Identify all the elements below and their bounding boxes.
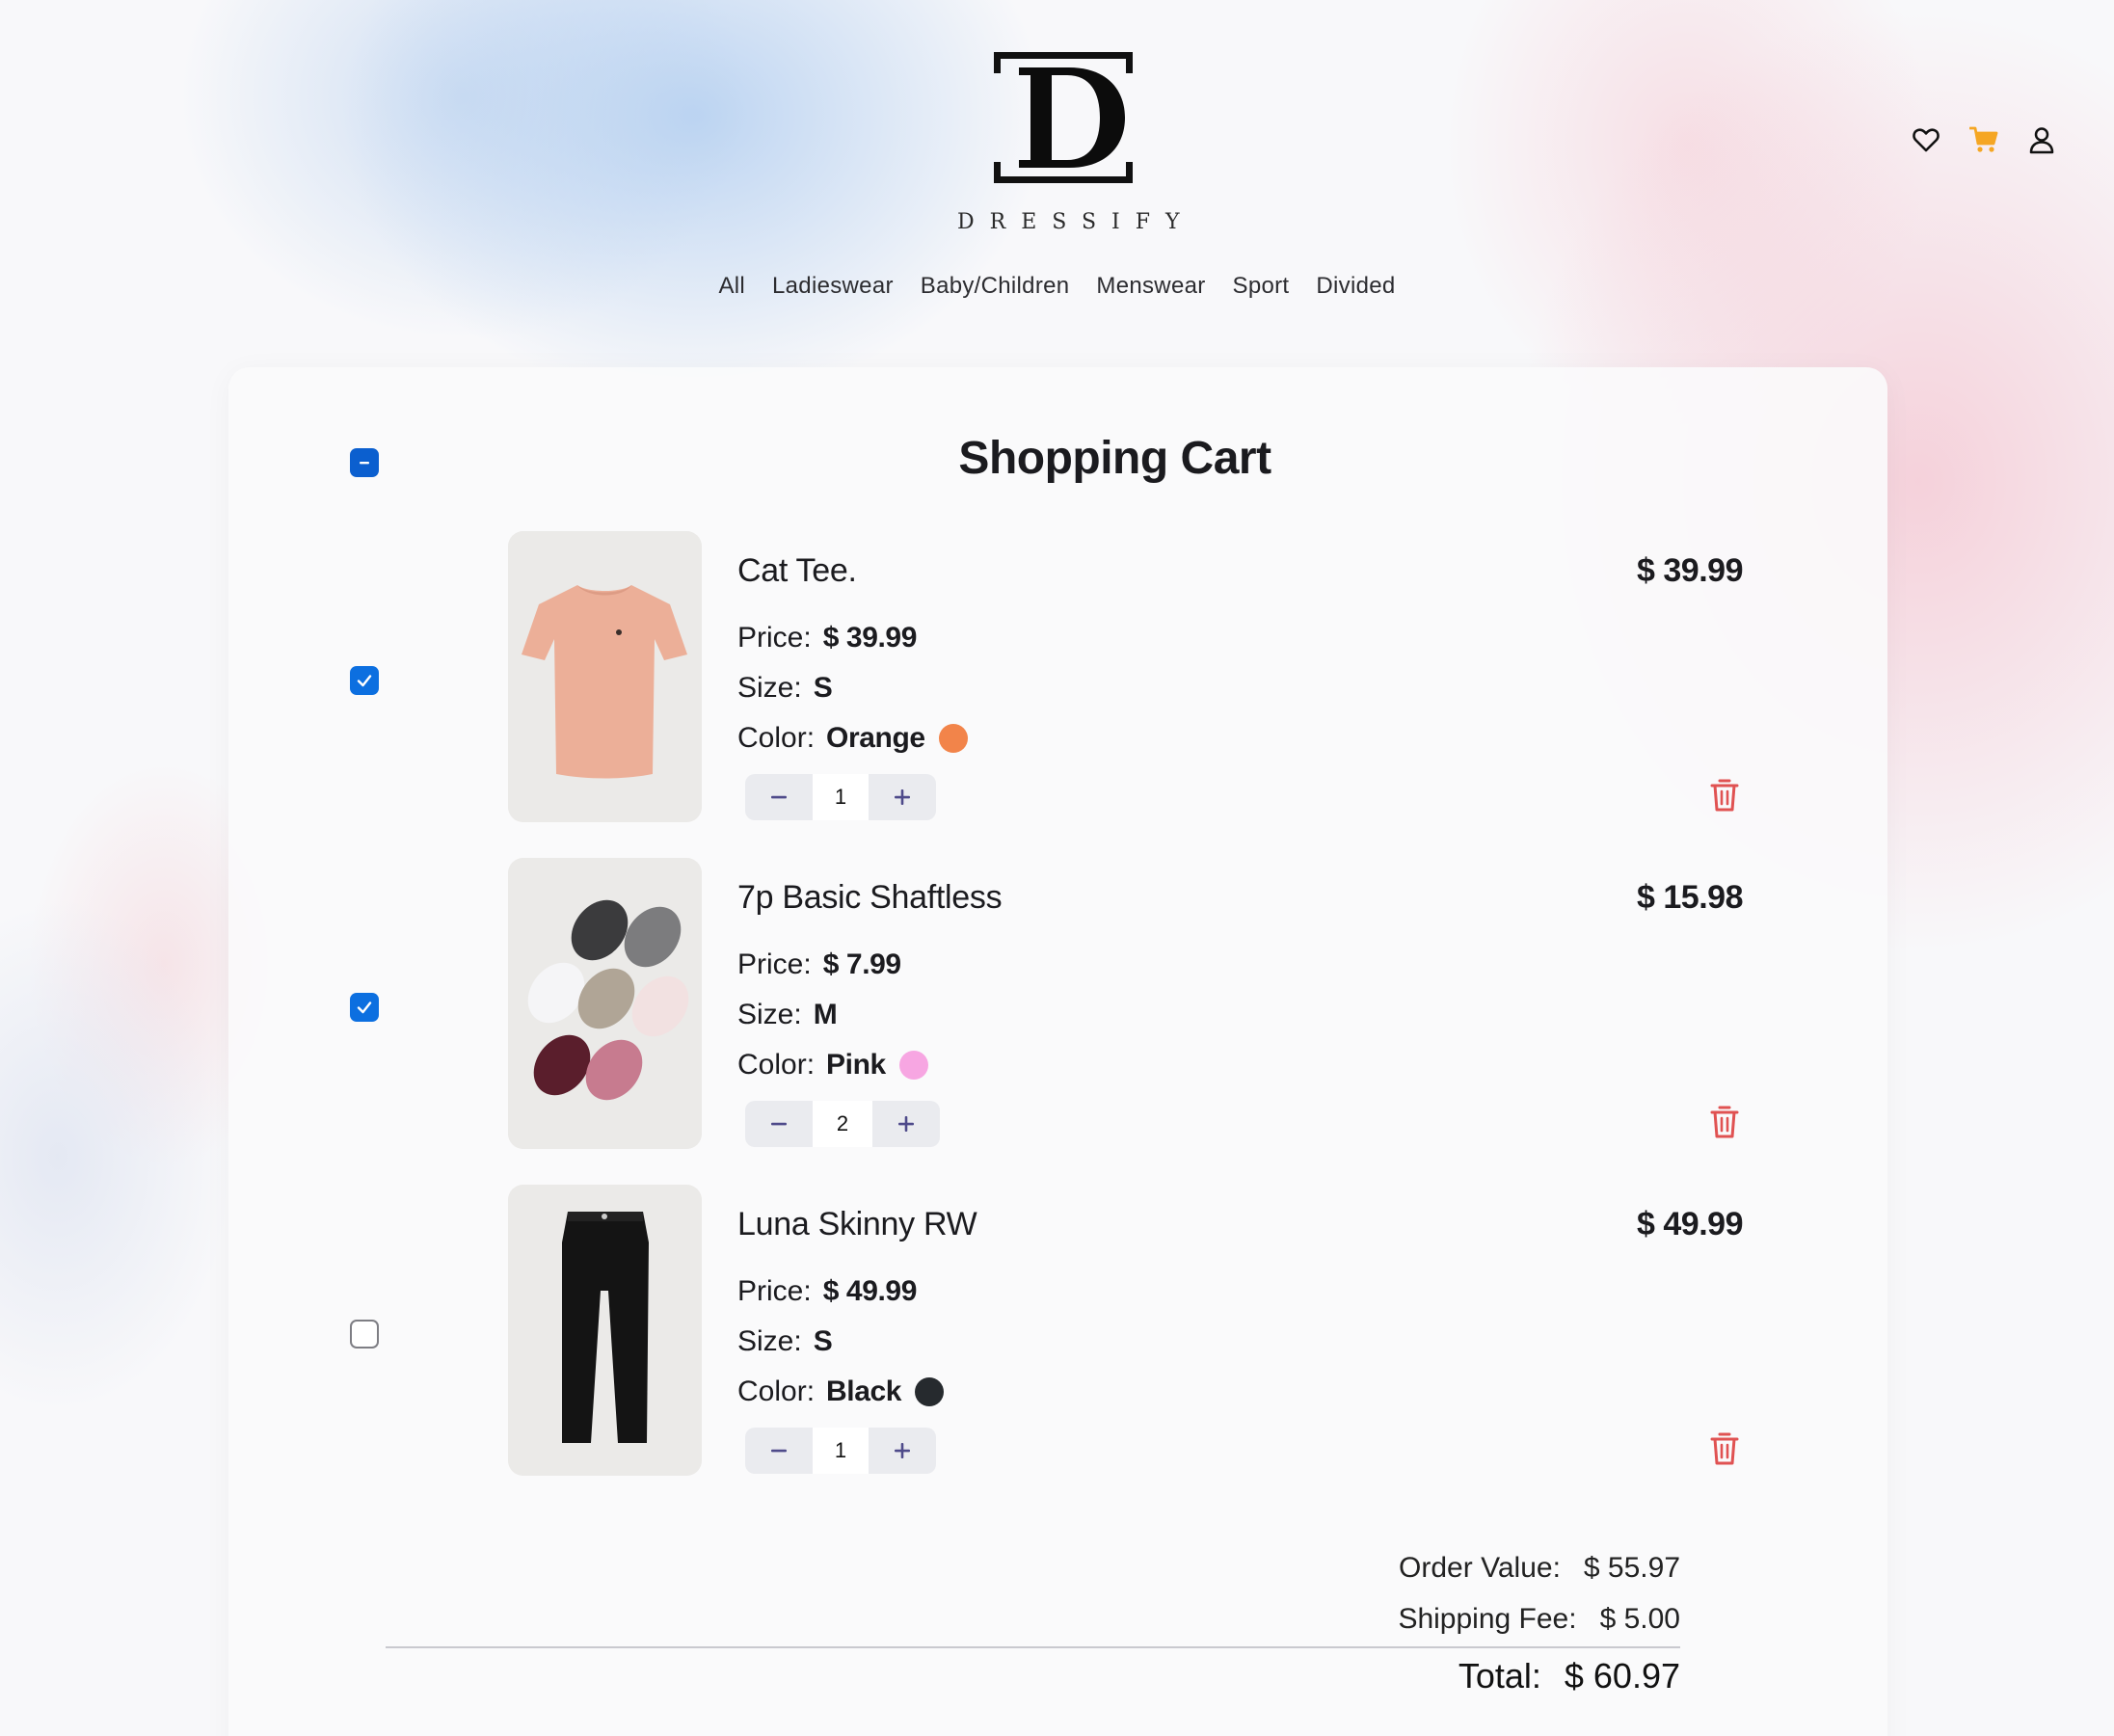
product-name[interactable]: Luna Skinny RW (737, 1206, 977, 1243)
color-swatch (938, 724, 968, 753)
product-image-jeans[interactable] (508, 1185, 702, 1476)
plus-icon (895, 1443, 910, 1458)
minus-icon (771, 1449, 787, 1453)
shipping-fee-label: Shipping Fee: (1398, 1603, 1577, 1635)
size-value: M (813, 999, 838, 1030)
line-total: $ 39.99 (1637, 552, 1743, 589)
item-checkbox[interactable] (350, 993, 379, 1022)
unit-price: $ 7.99 (822, 948, 901, 980)
color-swatch (915, 1377, 945, 1406)
quantity-stepper (745, 774, 936, 820)
color-row: Color: Black (737, 1375, 945, 1408)
cart-item: Cat Tee. $ 39.99 Price: $ 39.99 Size: S … (0, 531, 2114, 822)
price-row: Price: $ 49.99 (737, 1275, 917, 1308)
size-value: S (813, 672, 833, 704)
increase-quantity-button[interactable] (869, 774, 936, 820)
trash-icon[interactable] (1710, 1431, 1739, 1466)
line-total: $ 15.98 (1637, 879, 1743, 916)
tshirt-image (508, 531, 702, 822)
nav-item-all[interactable]: All (718, 273, 745, 300)
size-value: S (813, 1325, 833, 1357)
header-actions (1912, 125, 2056, 154)
product-image-socks[interactable] (508, 858, 702, 1149)
socks-image (508, 858, 702, 1149)
quantity-input[interactable] (813, 1428, 869, 1474)
size-row: Size: S (737, 1325, 833, 1358)
increase-quantity-button[interactable] (872, 1101, 940, 1147)
size-label: Size: (737, 1325, 802, 1357)
item-checkbox[interactable] (350, 666, 379, 695)
product-name[interactable]: Cat Tee. (737, 552, 857, 590)
item-checkbox[interactable] (350, 1320, 379, 1349)
checkbox-checked[interactable] (350, 993, 379, 1022)
order-value-label: Order Value: (1399, 1552, 1561, 1584)
price-row: Price: $ 7.99 (737, 948, 901, 981)
size-row: Size: S (737, 672, 833, 705)
summary-divider (386, 1646, 1680, 1648)
size-row: Size: M (737, 999, 838, 1031)
checkbox-unchecked[interactable] (350, 1320, 379, 1349)
user-icon[interactable] (2027, 125, 2056, 154)
order-value: $ 55.97 (1583, 1552, 1680, 1584)
nav-item-sport[interactable]: Sport (1233, 273, 1290, 300)
color-label: Color: (737, 1049, 816, 1081)
quantity-input[interactable] (813, 774, 869, 820)
checkbox-checked[interactable] (350, 666, 379, 695)
product-image-tshirt[interactable] (508, 531, 702, 822)
minus-icon (771, 795, 787, 799)
total-row: Total: $ 60.97 (1458, 1656, 1680, 1696)
price-row: Price: $ 39.99 (737, 622, 917, 654)
nav-item-ladieswear[interactable]: Ladieswear (772, 273, 894, 300)
cart-icon[interactable] (1969, 125, 1998, 154)
total-value: $ 60.97 (1564, 1656, 1680, 1696)
minus-icon (771, 1122, 787, 1126)
price-label: Price: (737, 948, 812, 980)
unit-price: $ 49.99 (822, 1275, 918, 1307)
shipping-fee: $ 5.00 (1599, 1603, 1680, 1635)
plus-icon (895, 789, 910, 805)
quantity-stepper (745, 1428, 936, 1474)
check-icon (357, 675, 372, 687)
price-label: Price: (737, 1275, 812, 1307)
increase-quantity-button[interactable] (869, 1428, 936, 1474)
page-title: Shopping Cart (958, 433, 1271, 484)
size-label: Size: (737, 672, 802, 704)
plus-icon (898, 1116, 914, 1132)
decrease-quantity-button[interactable] (745, 774, 813, 820)
size-label: Size: (737, 999, 802, 1030)
cart-item: 7p Basic Shaftless $ 15.98 Price: $ 7.99… (0, 858, 2114, 1149)
color-row: Color: Pink (737, 1049, 928, 1082)
brand-logo[interactable]: DRESSIFY (950, 48, 1181, 241)
shipping-fee-row: Shipping Fee: $ 5.00 (1398, 1603, 1680, 1636)
line-total: $ 49.99 (1637, 1206, 1743, 1242)
color-swatch (898, 1051, 928, 1080)
color-label: Color: (737, 722, 816, 754)
quantity-input[interactable] (813, 1101, 872, 1147)
color-label: Color: (737, 1375, 816, 1407)
logo-mark (994, 52, 1133, 183)
total-label: Total: (1458, 1656, 1541, 1696)
trash-icon[interactable] (1710, 778, 1739, 813)
unit-price: $ 39.99 (822, 622, 918, 654)
check-icon (357, 1002, 372, 1014)
trash-icon[interactable] (1710, 1105, 1739, 1139)
color-row: Color: Orange (737, 722, 968, 755)
color-value: Orange (826, 722, 925, 754)
color-value: Black (826, 1375, 902, 1407)
order-value-row: Order Value: $ 55.97 (1399, 1552, 1680, 1585)
quantity-stepper (745, 1101, 940, 1147)
cart-item: Luna Skinny RW $ 49.99 Price: $ 49.99 Si… (0, 1185, 2114, 1476)
decrease-quantity-button[interactable] (745, 1428, 813, 1474)
jeans-image (508, 1185, 702, 1476)
nav-item-baby-children[interactable]: Baby/Children (921, 273, 1070, 300)
category-nav: All Ladieswear Baby/Children Menswear Sp… (0, 273, 2114, 300)
product-name[interactable]: 7p Basic Shaftless (737, 879, 1003, 917)
color-value: Pink (826, 1049, 886, 1081)
heart-icon[interactable] (1912, 125, 1940, 154)
price-label: Price: (737, 622, 812, 654)
brand-name: DRESSIFY (957, 210, 1195, 234)
nav-item-divided[interactable]: Divided (1316, 273, 1395, 300)
nav-item-menswear[interactable]: Menswear (1096, 273, 1205, 300)
decrease-quantity-button[interactable] (745, 1101, 813, 1147)
